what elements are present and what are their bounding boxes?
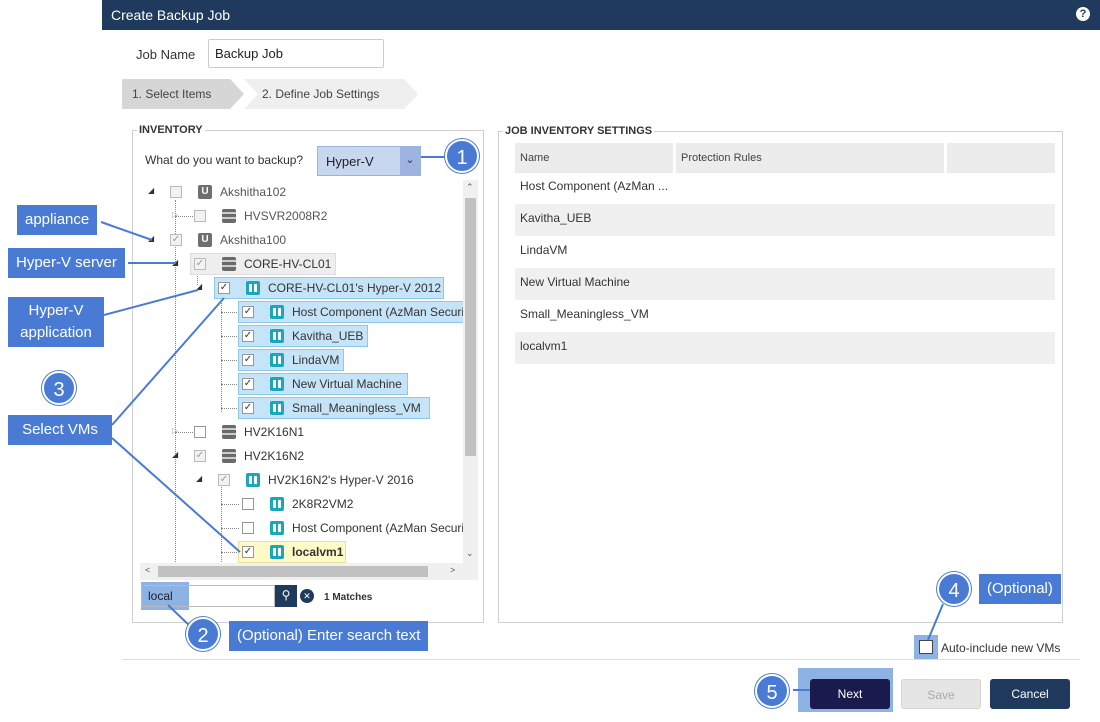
callout-lines [100,156,944,691]
step-number-4: 4 [937,572,971,606]
callout-appliance: appliance [17,205,98,235]
callout-optional: (Optional) [979,574,1061,604]
callout-hyperv-server: Hyper-V server [8,248,125,278]
callout-line-4 [927,603,944,641]
callout-line-application [103,289,199,316]
callout-line-select-2 [111,437,241,553]
step-number-5: 5 [755,674,789,708]
callout-search-text: (Optional) Enter search text [229,621,429,651]
step-number-1: 1 [445,139,479,173]
callout-select-vms: Select VMs [8,415,112,445]
callout-line-text: application [20,324,92,341]
step-number-3: 3 [42,371,76,405]
callout-line-appliance [100,221,153,241]
callout-line-select-1 [111,297,225,426]
callout-hyperv-application: Hyper-V application [8,297,104,347]
callout-line-text: Hyper-V [28,302,84,319]
step-number-2: 2 [186,617,220,651]
